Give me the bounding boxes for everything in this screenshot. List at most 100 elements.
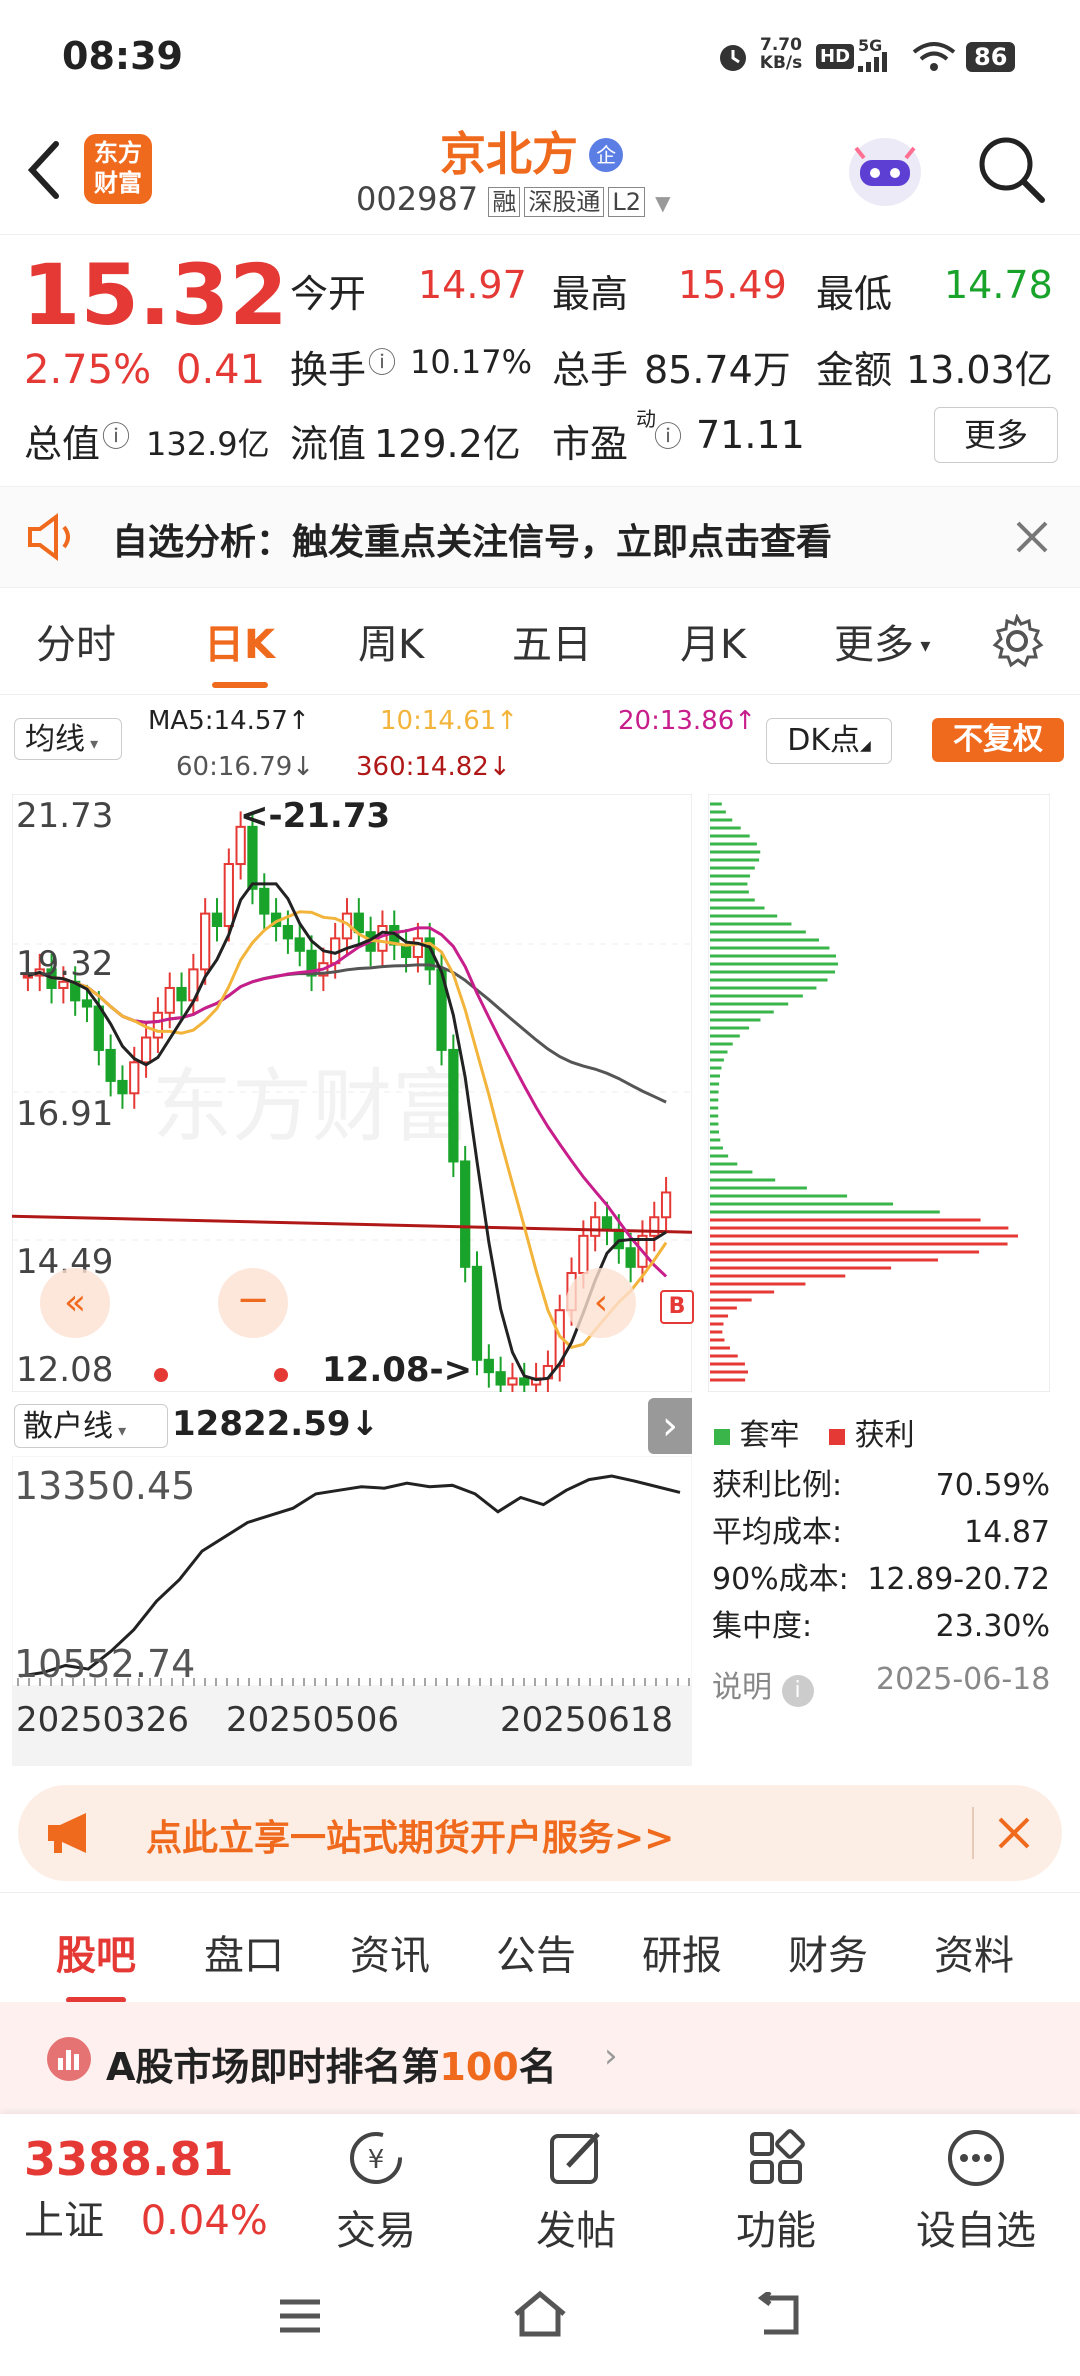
tab-five-day[interactable]: 五日 [512, 612, 592, 670]
open-value: 14.97 [418, 263, 527, 307]
candle [601, 1216, 613, 1231]
tab-more[interactable]: 更多 ▾ [834, 612, 930, 670]
dk-point-select[interactable]: DK点◢ [766, 718, 892, 764]
volume-label: 总手 [552, 348, 629, 392]
info-icon: i [781, 1675, 814, 1707]
signal-icon [858, 52, 887, 72]
y-tick-5: 12.08 [16, 1350, 114, 1390]
stock-code: 002987 [356, 180, 479, 218]
nav-functions[interactable]: 功能 [686, 2126, 866, 2256]
min-marker: 12.08-> [322, 1350, 473, 1390]
tab-finance[interactable]: 财务 [788, 1923, 868, 1981]
tab-weekly-k[interactable]: 周K [358, 612, 424, 670]
candle [625, 1247, 636, 1268]
stock-header: 东方 财富 京北方 企 002987 融深股通 L2 ▼ [0, 110, 1080, 234]
alert-banner[interactable]: 自选分析：触发重点关注信号，立即点击查看 [0, 486, 1080, 588]
back-icon[interactable] [752, 2292, 802, 2338]
scroll-left-button[interactable]: ‹ [566, 1268, 636, 1338]
tab-daily-k[interactable]: 日K [204, 612, 275, 688]
ma360-value: 360:14.82↓ [356, 752, 511, 782]
info-icon[interactable]: ⓘ [102, 415, 130, 455]
expand-panel-button[interactable]: › [648, 1398, 692, 1454]
eastmoney-logo[interactable]: 东方 财富 [84, 134, 152, 204]
chart-area: 均线 ▾ MA5:14.57↑ 10:14.61↑ 20:13.86↑ 60:1… [0, 694, 1080, 1770]
menu-icon[interactable] [276, 2296, 324, 2336]
candle [259, 887, 270, 915]
chip-row: 获利比例: 70.59% [712, 1468, 1050, 1503]
turnover-label: 换手 [290, 348, 367, 392]
candle [590, 1216, 601, 1237]
candle [448, 1048, 459, 1163]
tab-pankou[interactable]: 盘口 [204, 1923, 284, 1981]
nav-trade[interactable]: ¥ 交易 [286, 2126, 466, 2256]
candle [93, 1005, 104, 1051]
date-tick-3: 20250618 [500, 1700, 674, 1740]
candle [200, 912, 211, 971]
tab-profile[interactable]: 资料 [934, 1923, 1014, 1981]
candle [519, 1377, 530, 1386]
tab-guba[interactable]: 股吧 [56, 1923, 136, 2003]
caret-down-icon: ▼ [655, 191, 671, 215]
scroll-start-button[interactable]: « [40, 1268, 110, 1338]
home-icon[interactable] [510, 2288, 570, 2340]
current-price: 15.32 [22, 246, 288, 344]
status-time: 08:39 [62, 34, 183, 78]
y-tick-2: 19.32 [16, 944, 114, 984]
nav-post[interactable]: 发帖 [486, 2126, 666, 2256]
sub-y-bottom: 10552.74 [14, 1642, 196, 1686]
candle [176, 986, 187, 1002]
stock-title[interactable]: 京北方 企 [440, 118, 670, 184]
candle [412, 937, 424, 958]
tab-news[interactable]: 资讯 [350, 1923, 430, 1981]
enterprise-badge: 企 [589, 138, 624, 172]
high-value: 15.49 [678, 263, 787, 307]
grid-icon [750, 2129, 805, 2184]
info-icon[interactable]: ⓘ [368, 341, 396, 381]
buy-signal-marker[interactable]: B [660, 1290, 694, 1324]
ma5-value: MA5:14.57↑ [148, 706, 310, 736]
indicator-select[interactable]: 散户线 ▾ [14, 1404, 168, 1448]
chip-stats: 获利比例: 70.59% 平均成本: 14.87 90%成本: 12.89-20.72… [712, 1462, 1050, 1650]
chip-date: 2025-06-18 [876, 1662, 1051, 1697]
more-button[interactable]: 更多 [934, 407, 1058, 463]
tab-intraday[interactable]: 分时 [36, 612, 116, 670]
candle [105, 1048, 116, 1082]
signal-dot [274, 1368, 288, 1382]
chip-row: 平均成本: 14.87 [712, 1515, 1050, 1550]
tab-monthly-k[interactable]: 月K [680, 612, 746, 670]
close-icon[interactable] [1014, 519, 1050, 555]
candle [211, 912, 223, 927]
sub-y-top: 13350.45 [14, 1464, 196, 1508]
edit-icon [550, 2132, 600, 2184]
market-rank-row[interactable]: A股市场即时排名第100名 › [0, 2002, 1080, 2114]
chevron-left-icon[interactable] [24, 138, 64, 202]
stock-code-row[interactable]: 002987 融深股通 L2 ▼ [356, 180, 671, 218]
adjust-toggle[interactable]: 不复权 [932, 718, 1064, 762]
tab-research[interactable]: 研报 [642, 1923, 722, 1981]
tab-announcements[interactable]: 公告 [496, 1923, 576, 1981]
chip-note-link[interactable]: 说明 i [712, 1662, 814, 1707]
promo-banner[interactable]: 点此立享一站式期货开户服务>> [18, 1785, 1062, 1881]
legend-profit: 获利 [854, 1418, 915, 1453]
battery-level: 86 [966, 42, 1016, 72]
index-name: 上证 [24, 2198, 104, 2244]
candle [353, 912, 364, 934]
banner-text: 自选分析：触发重点关注信号，立即点击查看 [112, 522, 833, 563]
high-label: 最高 [552, 272, 629, 316]
rank-text: A股市场即时排名第100名 [106, 2045, 557, 2089]
legend-trapped: 套牢 [739, 1418, 800, 1453]
nav-add-watchlist[interactable]: 设自选 [886, 2126, 1066, 2256]
gear-icon[interactable] [990, 614, 1044, 668]
info-icon[interactable]: ⓘ [654, 415, 682, 455]
chart-period-tabs: 分时 日K 周K 五日 月K 更多 ▾ [0, 586, 1080, 695]
candle [649, 1216, 660, 1237]
index-ticker[interactable]: 3388.81 上证 0.04% [24, 2132, 304, 2246]
close-icon[interactable] [996, 1815, 1032, 1851]
search-icon[interactable] [976, 134, 1046, 206]
chip-distribution-chart[interactable] [708, 794, 1050, 1392]
candle [117, 1079, 128, 1095]
date-tick-2: 20250506 [226, 1700, 400, 1740]
robot-assistant-icon[interactable] [842, 124, 928, 214]
ma-select[interactable]: 均线 ▾ [14, 718, 122, 760]
zoom-out-button[interactable]: − [218, 1268, 288, 1338]
